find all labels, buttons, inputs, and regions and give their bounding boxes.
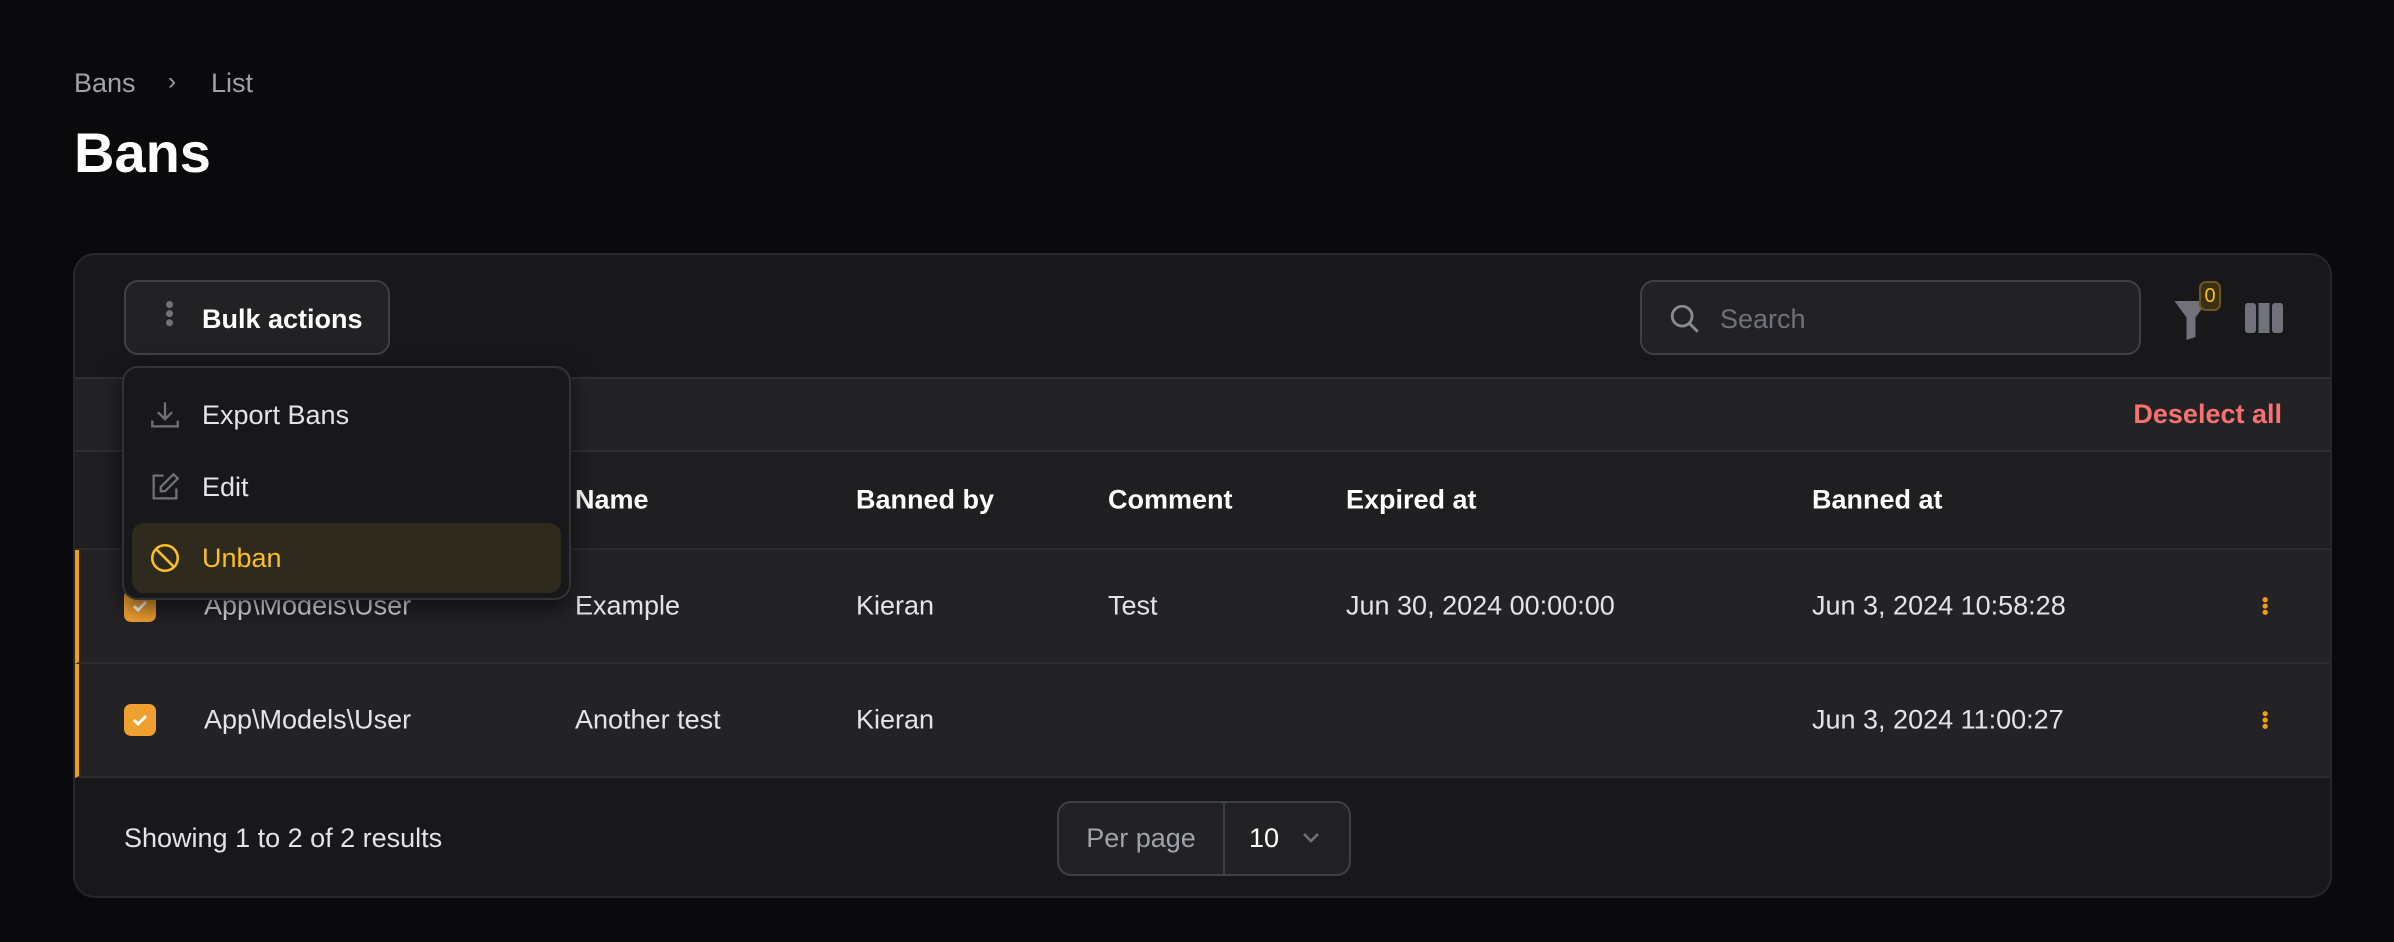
- breadcrumb-bans[interactable]: Bans: [74, 68, 136, 99]
- row-actions-icon[interactable]: •••: [2255, 597, 2275, 616]
- cell-banned-by: Kieran: [856, 590, 935, 621]
- search-icon: [1670, 304, 1699, 333]
- menu-item-unban[interactable]: Unban: [132, 523, 561, 593]
- bulk-actions-button[interactable]: ••• Bulk actions: [124, 280, 390, 355]
- pagination-summary: Showing 1 to 2 of 2 results: [124, 823, 443, 853]
- download-icon: [151, 402, 179, 428]
- column-header-banned-at[interactable]: Banned at: [1812, 485, 1943, 516]
- per-page-select[interactable]: Per page 10: [1057, 801, 1351, 876]
- per-page-value[interactable]: 10: [1225, 803, 1279, 874]
- breadcrumb-list: List: [211, 68, 254, 98]
- no-symbol-icon: [150, 543, 180, 573]
- chevron-down-icon: [1303, 833, 1319, 843]
- search-placeholder: Search: [1720, 304, 1806, 334]
- bulk-actions-label: Bulk actions: [202, 304, 363, 334]
- row-actions-icon[interactable]: •••: [2255, 711, 2275, 730]
- row-checkbox[interactable]: [124, 704, 156, 736]
- columns-icon[interactable]: [2245, 303, 2283, 333]
- column-header-expired-at[interactable]: Expired at: [1346, 485, 1477, 516]
- filter-count-badge: 0: [2199, 281, 2221, 311]
- dots-vertical-icon: •••: [155, 300, 185, 328]
- cell-banned-at: Jun 3, 2024 11:00:27: [1812, 704, 2064, 735]
- breadcrumb-chevron-icon: ›: [168, 68, 176, 95]
- table-row[interactable]: App\Models\User Another test Kieran Jun …: [75, 664, 2330, 778]
- cell-comment: Test: [1108, 590, 1158, 621]
- cell-name: Another test: [575, 704, 721, 735]
- pencil-square-icon: [152, 472, 180, 500]
- check-icon: [132, 714, 148, 727]
- cell-banned-by: Kieran: [856, 704, 935, 735]
- menu-item-label: Export Bans: [202, 399, 350, 430]
- page-title: Bans: [74, 121, 211, 184]
- search-input[interactable]: Search: [1640, 280, 2141, 355]
- cell-name: Example: [575, 590, 681, 621]
- menu-item-edit[interactable]: Edit: [132, 452, 561, 522]
- column-header-name[interactable]: Name: [575, 485, 649, 516]
- menu-item-label: Unban: [202, 542, 282, 573]
- cell-expired-at: Jun 30, 2024 00:00:00: [1346, 590, 1615, 621]
- bulk-actions-dropdown: Export Bans Edit Unban: [122, 366, 571, 600]
- per-page-label: Per page: [1059, 803, 1225, 874]
- column-header-comment[interactable]: Comment: [1108, 485, 1233, 516]
- cell-type: App\Models\User: [204, 704, 412, 735]
- column-header-banned-by[interactable]: Banned by: [856, 485, 994, 516]
- menu-item-export-bans[interactable]: Export Bans: [132, 380, 561, 450]
- deselect-all-link[interactable]: Deselect all: [2133, 399, 2282, 430]
- cell-banned-at: Jun 3, 2024 10:58:28: [1812, 590, 2066, 621]
- menu-item-label: Edit: [202, 471, 249, 502]
